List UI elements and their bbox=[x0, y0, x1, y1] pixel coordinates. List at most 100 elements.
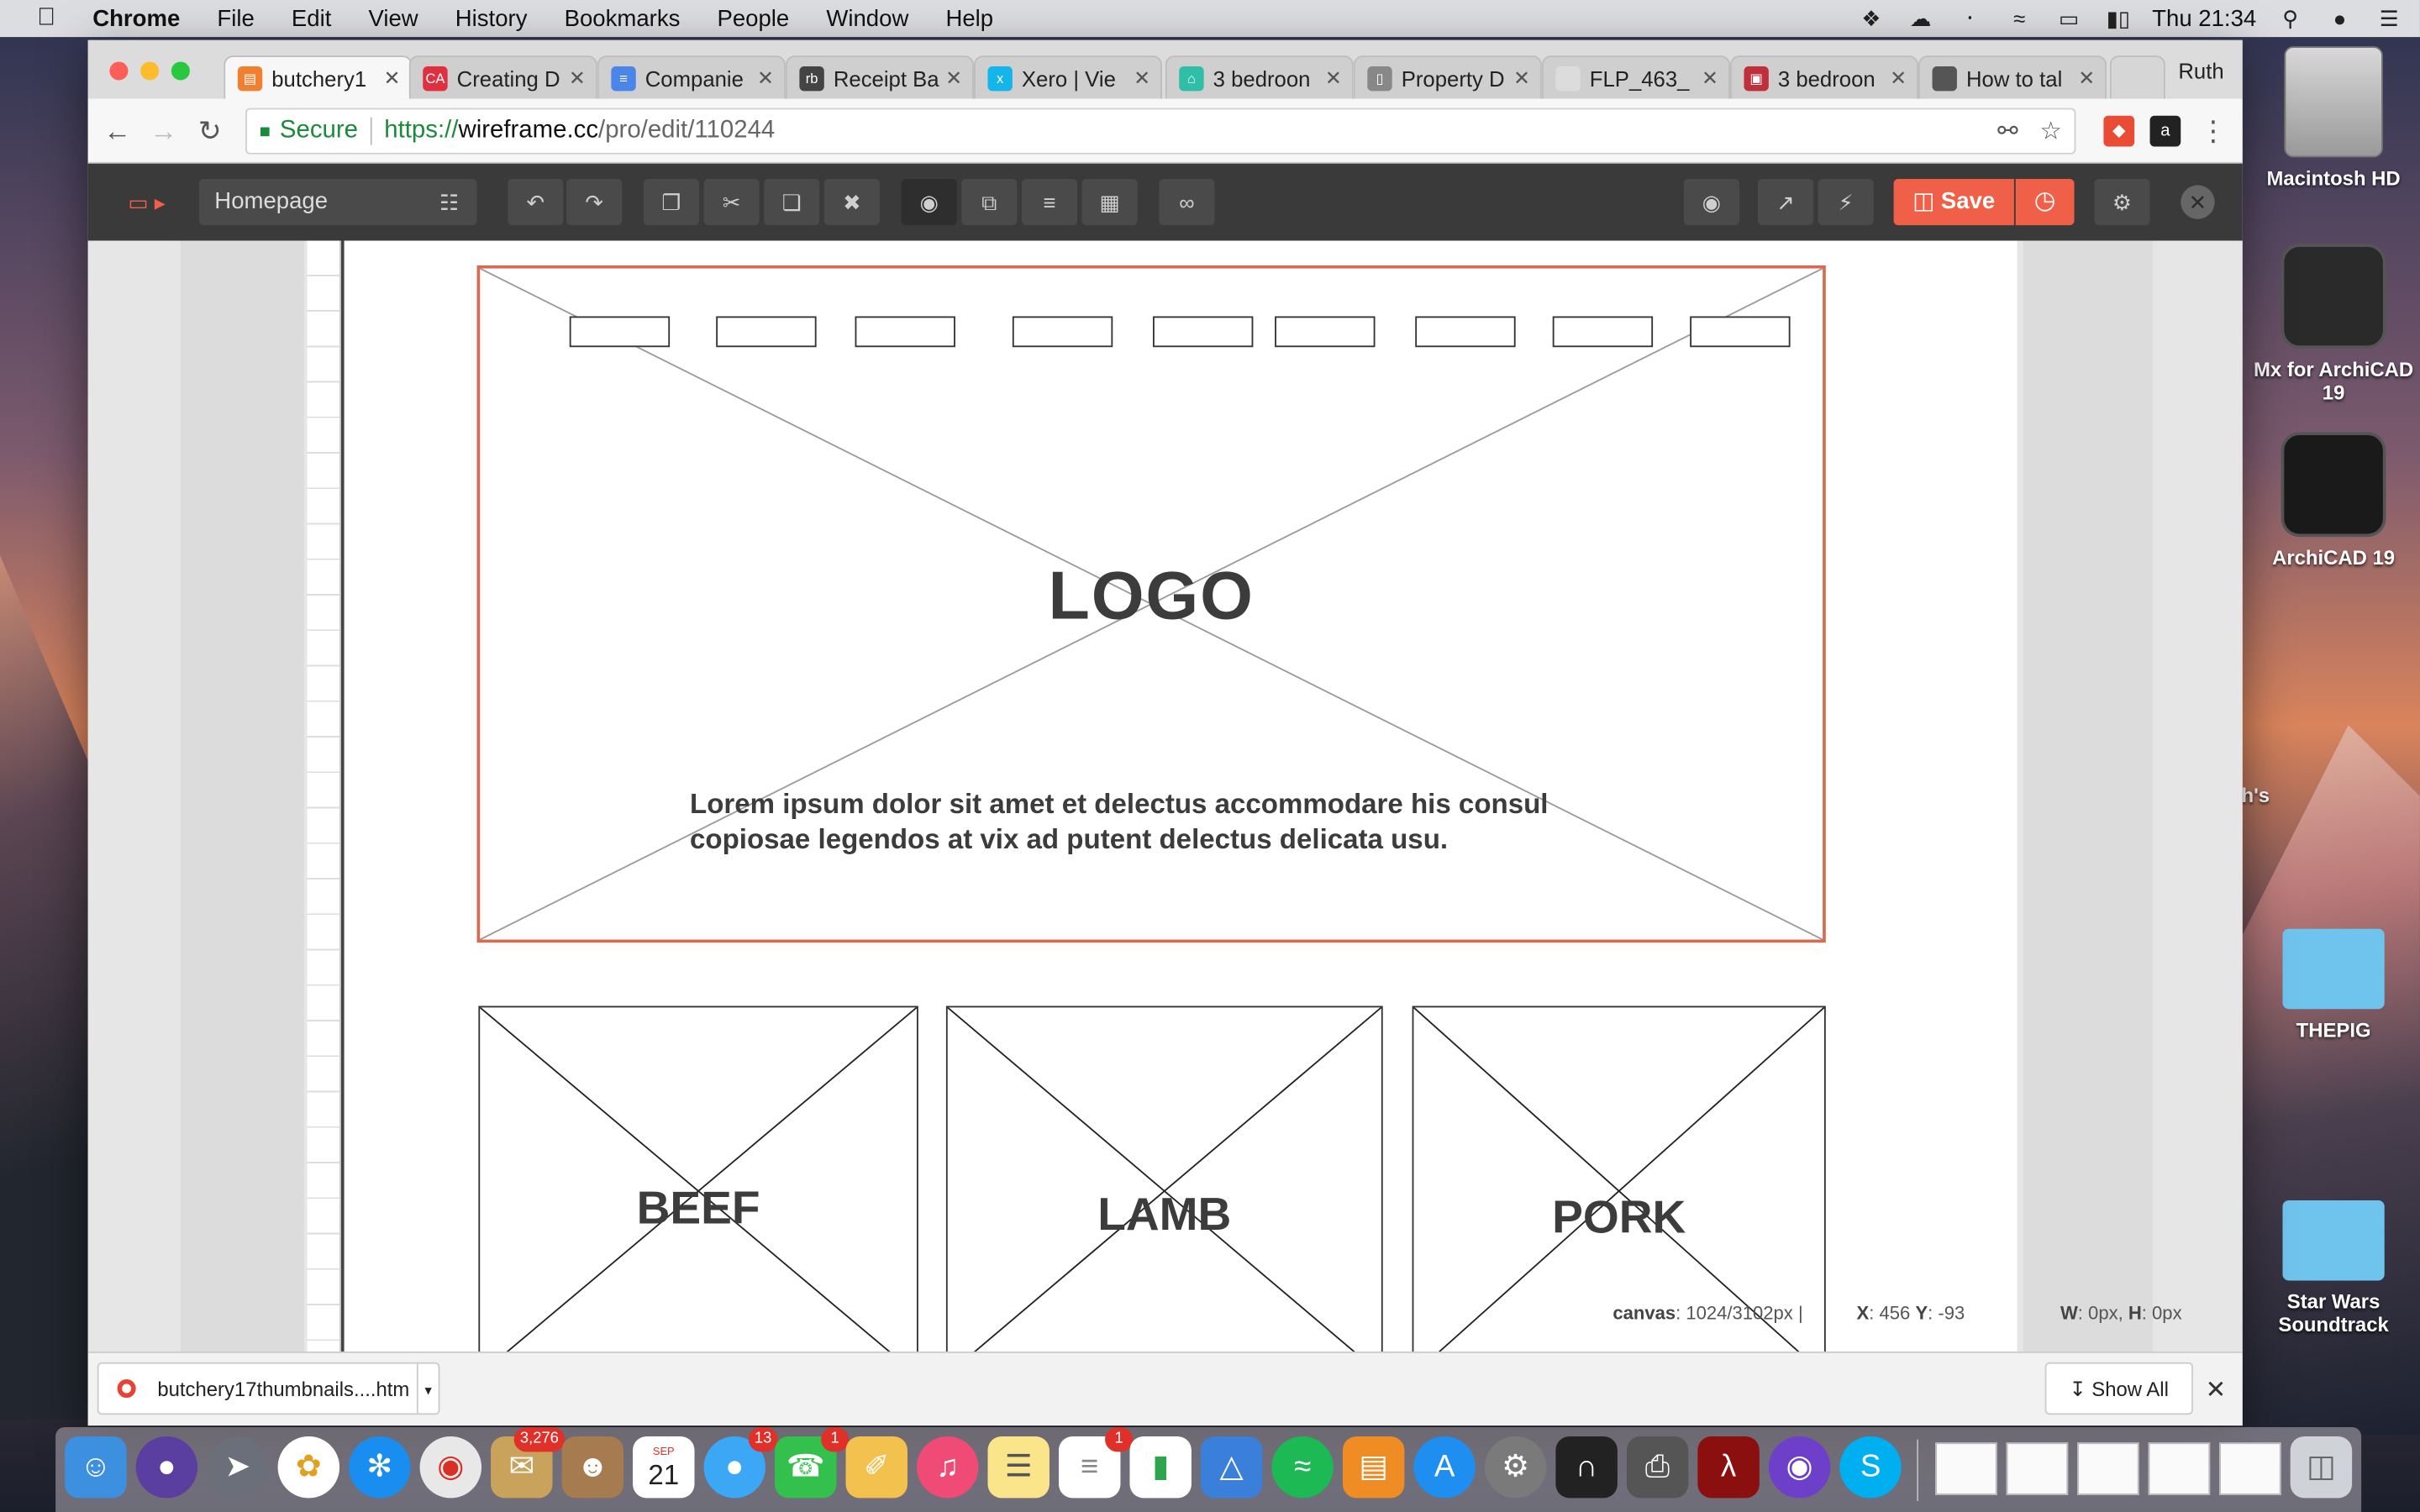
notification-center-icon[interactable]: ☰ bbox=[2374, 8, 2405, 29]
menu-help[interactable]: Help bbox=[945, 5, 993, 31]
amazon-extension-icon[interactable]: a bbox=[2149, 115, 2181, 147]
group-icon[interactable]: ▦ bbox=[1081, 179, 1138, 226]
spotlight-search-icon[interactable]: ⚲ bbox=[2275, 8, 2306, 29]
reload-icon[interactable]: ↻ bbox=[193, 114, 227, 148]
browser-tab[interactable]: FLP_463_ ✕ bbox=[1541, 55, 1730, 99]
calendar-icon[interactable]: SEP 21 bbox=[633, 1436, 695, 1499]
desktop-item-partial[interactable]: th's bbox=[2235, 784, 2408, 807]
paste-icon[interactable]: ❏ bbox=[764, 179, 820, 226]
history-clock-icon[interactable]: ◷ bbox=[2015, 179, 2075, 226]
menu-window[interactable]: Window bbox=[826, 5, 908, 31]
chrome-menu-icon[interactable]: ⋮ bbox=[2196, 114, 2230, 148]
logo-label[interactable]: LOGO bbox=[480, 559, 1823, 636]
nav-link-placeholder[interactable] bbox=[1275, 316, 1376, 348]
nav-link-placeholder[interactable] bbox=[716, 316, 817, 348]
nav-link-placeholder[interactable] bbox=[1415, 316, 1516, 348]
link-icon[interactable]: ∞ bbox=[1159, 179, 1215, 226]
arrange-icon[interactable]: ⧉ bbox=[961, 179, 1018, 226]
close-window-button[interactable] bbox=[109, 61, 129, 81]
safari-icon[interactable]: ✻ bbox=[349, 1436, 411, 1499]
desktop-item-mx-archicad[interactable]: Mx for ArchiCAD 19 bbox=[2247, 244, 2420, 404]
browser-tab[interactable]: ≡ Companie ✕ bbox=[597, 55, 786, 99]
close-editor-icon[interactable]: ✕ bbox=[2181, 185, 2215, 219]
redo-icon[interactable]: ↷ bbox=[566, 179, 623, 226]
desktop-item-thepig[interactable]: THEPIG bbox=[2247, 928, 2420, 1042]
document-thumbnail[interactable] bbox=[2148, 1442, 2211, 1495]
nav-link-placeholder[interactable] bbox=[1690, 316, 1791, 348]
device-icon[interactable]: ▭ ▸ bbox=[115, 179, 178, 226]
siri-icon[interactable]: ● bbox=[2324, 8, 2355, 29]
notes-icon[interactable]: ☰ bbox=[987, 1436, 1050, 1499]
menu-edit[interactable]: Edit bbox=[292, 5, 331, 31]
nav-link-placeholder[interactable] bbox=[1552, 316, 1654, 348]
sitemap-icon[interactable]: ☷ bbox=[421, 179, 477, 226]
menu-bookmarks[interactable]: Bookmarks bbox=[565, 5, 681, 31]
messages-icon[interactable]: ● 13 bbox=[703, 1426, 778, 1499]
forward-arrow-icon[interactable]: → bbox=[146, 114, 180, 148]
key-icon[interactable]: ⚯ bbox=[1997, 116, 2018, 147]
save-button[interactable]: ◫ Save bbox=[1893, 179, 2014, 226]
reminders-icon[interactable]: ≡ 1 bbox=[1058, 1426, 1134, 1499]
browser-tab[interactable]: ▯ Property D ✕ bbox=[1353, 55, 1542, 99]
tab-close-icon[interactable]: ✕ bbox=[380, 66, 404, 90]
ibooks-icon[interactable]: ▤ bbox=[1342, 1436, 1405, 1499]
share-icon[interactable]: ↗ bbox=[1758, 179, 1814, 226]
spotify-icon[interactable]: ≈ bbox=[1271, 1436, 1334, 1499]
settings-gear-icon[interactable]: ⚙ bbox=[2094, 179, 2150, 226]
profile-name[interactable]: Ruth bbox=[2178, 59, 2223, 83]
browser-tab[interactable]: How to tal ✕ bbox=[1918, 55, 2107, 99]
tab-close-icon[interactable]: ✕ bbox=[1509, 66, 1534, 90]
minimize-window-button[interactable] bbox=[140, 61, 160, 81]
browser-tab[interactable]: x Xero | Vie ✕ bbox=[973, 55, 1163, 99]
tab-close-icon[interactable]: ✕ bbox=[753, 66, 777, 90]
system-preferences-icon[interactable]: ⚙ bbox=[1484, 1436, 1547, 1499]
keynote-icon[interactable]: △ bbox=[1200, 1436, 1263, 1499]
tile-lamb[interactable]: LAMB bbox=[945, 1005, 1383, 1352]
desktop-item-macintosh-hd[interactable]: Macintosh HD bbox=[2247, 46, 2420, 190]
tab-close-icon[interactable]: ✕ bbox=[941, 66, 965, 90]
back-arrow-icon[interactable]: ← bbox=[100, 114, 134, 148]
contacts-icon[interactable]: ☻ bbox=[561, 1436, 624, 1499]
itunes-icon[interactable]: ♫ bbox=[916, 1436, 979, 1499]
hero-paragraph[interactable]: Lorem ipsum dolor sit amet et delectus a… bbox=[690, 787, 1601, 858]
tab-close-icon[interactable]: ✕ bbox=[1886, 66, 1910, 90]
photos-icon[interactable]: ✿ bbox=[277, 1436, 340, 1499]
tab-close-icon[interactable]: ✕ bbox=[1129, 66, 1154, 90]
menu-app-name[interactable]: Chrome bbox=[92, 5, 180, 31]
bookmark-star-icon[interactable]: ☆ bbox=[2039, 116, 2061, 147]
tab-close-icon[interactable]: ✕ bbox=[2075, 66, 2099, 90]
hero-image-placeholder[interactable]: LOGO Lorem ipsum dolor sit amet et delec… bbox=[476, 265, 1826, 943]
mail-icon[interactable]: ✉ 3,276 bbox=[491, 1426, 566, 1499]
undo-icon[interactable]: ↶ bbox=[508, 179, 564, 226]
numbers-icon[interactable]: ▮ bbox=[1129, 1436, 1192, 1499]
nav-link-placeholder[interactable] bbox=[1012, 316, 1113, 348]
lock-element-icon[interactable]: ◉ bbox=[901, 179, 957, 226]
acrobat-icon[interactable]: λ bbox=[1697, 1436, 1760, 1499]
desktop-item-archicad[interactable]: ArchiCAD 19 bbox=[2247, 432, 2420, 570]
extension-red-icon[interactable]: ◆ bbox=[2103, 115, 2135, 147]
chevron-down-icon[interactable]: ▾ bbox=[416, 1363, 439, 1414]
chrome-icon[interactable]: ◉ bbox=[419, 1436, 482, 1499]
nav-link-placeholder[interactable] bbox=[1153, 316, 1254, 348]
document-thumbnail[interactable] bbox=[2219, 1442, 2281, 1495]
browser-tab[interactable]: rb Receipt Ba ✕ bbox=[785, 55, 974, 99]
tab-close-icon[interactable]: ✕ bbox=[1321, 66, 1345, 90]
menu-view[interactable]: View bbox=[368, 5, 418, 31]
menu-people[interactable]: People bbox=[717, 5, 789, 31]
document-thumbnail[interactable] bbox=[2077, 1442, 2139, 1495]
tab-close-icon[interactable]: ✕ bbox=[565, 66, 589, 90]
trash-icon[interactable]: ◫ bbox=[2290, 1436, 2353, 1499]
duplicate-icon[interactable]: ❐ bbox=[643, 179, 700, 226]
menu-clock[interactable]: Thu 21:34 bbox=[2152, 5, 2256, 31]
nav-link-placeholder[interactable] bbox=[569, 316, 671, 348]
printer-icon[interactable]: ⎙ bbox=[1626, 1436, 1689, 1499]
flash-icon[interactable]: ⚡ bbox=[1818, 179, 1874, 226]
document-thumbnail[interactable] bbox=[2006, 1442, 2069, 1495]
tab-close-icon[interactable]: ✕ bbox=[1697, 66, 1722, 90]
wifi-icon[interactable]: ≈ bbox=[2004, 8, 2035, 29]
comments-icon[interactable]: ◉ bbox=[1683, 179, 1739, 226]
dropbox-icon[interactable]: ❖ bbox=[1856, 8, 1887, 29]
new-tab-button[interactable] bbox=[2109, 55, 2165, 99]
launchpad-icon[interactable]: ➤ bbox=[207, 1436, 269, 1499]
desktop-item-star-wars[interactable]: Star Wars Soundtrack bbox=[2247, 1200, 2420, 1336]
